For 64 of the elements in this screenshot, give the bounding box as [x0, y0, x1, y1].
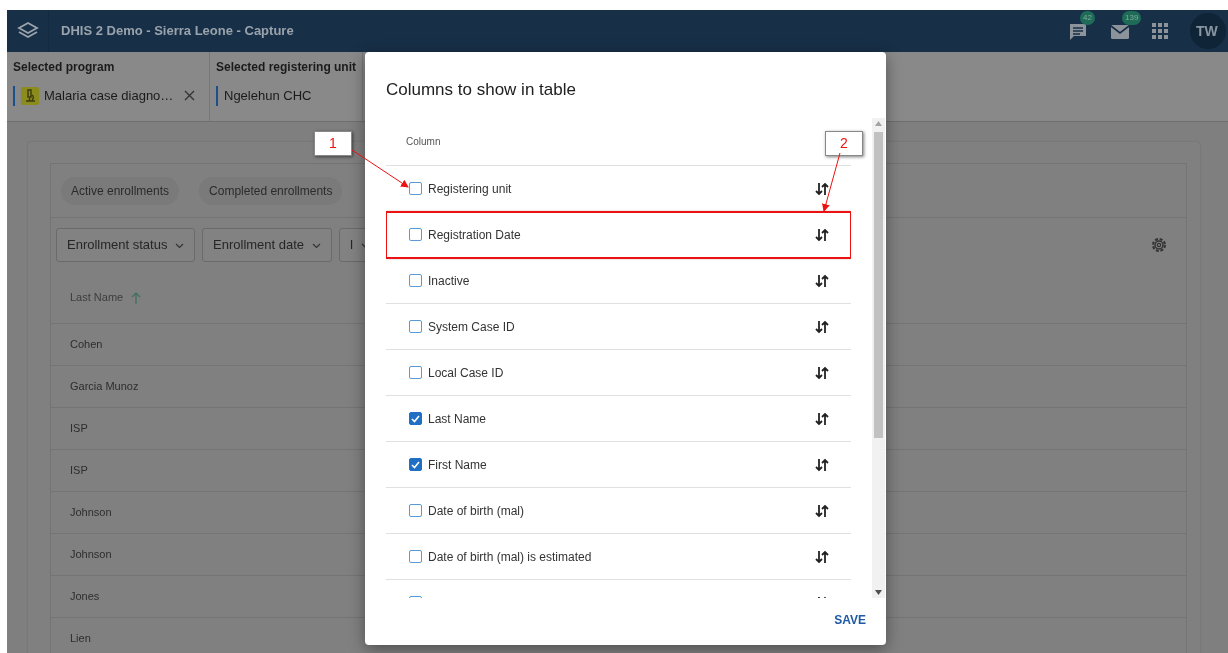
- table-cell-text: ISP: [70, 463, 88, 479]
- checkbox[interactable]: [409, 182, 422, 195]
- logo-icon[interactable]: [16, 21, 39, 41]
- column-option[interactable]: Local Case ID: [386, 350, 851, 396]
- context-value: Ngelehun CHC: [224, 87, 312, 105]
- table-cell-text: Garcia Munoz: [70, 379, 139, 395]
- sort-icon[interactable]: [815, 365, 829, 380]
- table-cell-text: Lien: [70, 631, 91, 647]
- app-title: DHIS 2 Demo - Sierra Leone - Capture: [61, 22, 294, 41]
- column-option[interactable]: Inactive: [386, 258, 851, 304]
- checkbox[interactable]: [409, 412, 422, 425]
- table-cell-text: ISP: [70, 421, 88, 437]
- message-count: 42: [1080, 11, 1095, 25]
- checkbox[interactable]: [409, 228, 422, 241]
- context-label: Selected registering unit: [216, 59, 357, 76]
- sort-icon[interactable]: [815, 319, 829, 334]
- sort-icon[interactable]: [815, 227, 829, 242]
- column-option[interactable]: Last Name: [386, 396, 851, 442]
- context-label: Selected program: [13, 59, 116, 76]
- context-value: Malaria case diagno…: [44, 87, 174, 105]
- callout-arrow: [351, 149, 409, 188]
- sort-icon[interactable]: [815, 181, 829, 196]
- checkbox[interactable]: [409, 458, 422, 471]
- sort-icon[interactable]: [815, 549, 829, 564]
- filter-dropdown[interactable]: Enrollment status: [56, 228, 196, 262]
- message-icon[interactable]: [1068, 21, 1088, 42]
- sort-icon[interactable]: [815, 411, 829, 426]
- sort-icon[interactable]: [815, 457, 829, 472]
- checkbox[interactable]: [409, 320, 422, 333]
- column-option[interactable]: Date of birth (mal) is estimated: [386, 534, 851, 580]
- callout-label: 2: [825, 131, 863, 156]
- sort-icon[interactable]: [815, 503, 829, 518]
- checkbox[interactable]: [409, 366, 422, 379]
- column-option[interactable]: Registration Date: [386, 212, 851, 258]
- table-cell-text: Cohen: [70, 337, 103, 353]
- callout-label: 1: [314, 131, 352, 156]
- mail-icon[interactable]: [1110, 23, 1130, 40]
- user-avatar[interactable]: TW: [1190, 13, 1226, 49]
- caret-icon: [311, 242, 321, 249]
- microscope-icon: [21, 86, 39, 105]
- context-value-field[interactable]: Malaria case diagno…: [13, 86, 203, 106]
- column-option[interactable]: Registering unit: [386, 166, 851, 212]
- column-header: Column: [406, 135, 441, 149]
- checkbox[interactable]: [409, 550, 422, 563]
- context-value-field[interactable]: Ngelehun CHC: [216, 86, 357, 106]
- column-option[interactable]: Date of birth (mal): [386, 488, 851, 534]
- email-count: 139: [1122, 11, 1142, 25]
- filter-dropdown[interactable]: Enrollment date: [202, 228, 332, 262]
- table-cell-text: Johnson: [70, 505, 112, 521]
- table-cell-text: Johnson: [70, 547, 112, 563]
- dialog-title: Columns to show in table: [385, 79, 577, 101]
- column-option[interactable]: System Case ID: [386, 304, 851, 350]
- sort-icon[interactable]: [815, 273, 829, 288]
- scroll-down-icon[interactable]: [875, 590, 882, 595]
- column-option[interactable]: First Name: [386, 442, 851, 488]
- callout-arrow: [822, 152, 841, 212]
- checkbox[interactable]: [409, 274, 422, 287]
- caret-icon: [175, 242, 185, 249]
- settings-icon[interactable]: [1150, 236, 1168, 254]
- apps-grid-icon[interactable]: [1152, 23, 1168, 39]
- save-button[interactable]: SAVE: [832, 609, 868, 631]
- table-cell-text: Jones: [70, 589, 100, 605]
- close-icon[interactable]: [184, 90, 196, 102]
- checkbox[interactable]: [409, 504, 422, 517]
